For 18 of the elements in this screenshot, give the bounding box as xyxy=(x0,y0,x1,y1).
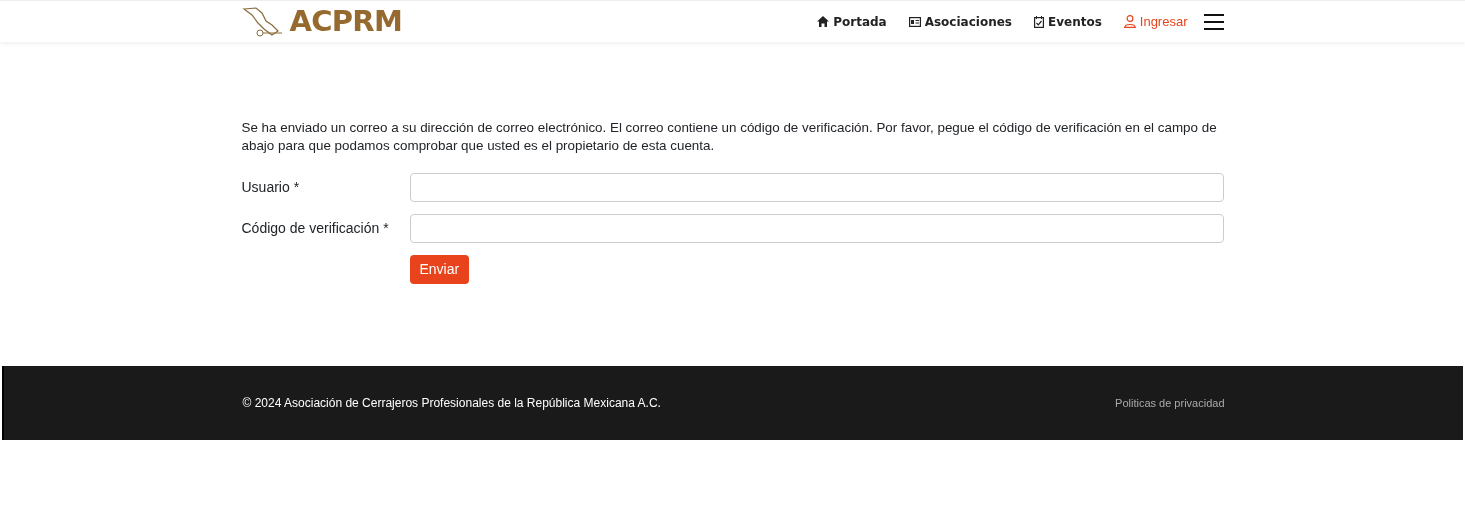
submit-button[interactable]: Enviar xyxy=(409,255,470,284)
privacy-link[interactable]: Politicas de privacidad xyxy=(1115,394,1225,412)
calendar-check-icon xyxy=(1033,15,1044,28)
user-icon xyxy=(1123,15,1136,28)
home-icon xyxy=(817,16,830,27)
copyright-text: © 2024 Asociación de Cerrajeros Profesionales de la República Mexicana A.C. xyxy=(242,395,661,412)
nav-link[interactable]: Portada xyxy=(817,12,887,31)
field-label: Código de verificación * xyxy=(241,219,390,238)
menu-icon[interactable] xyxy=(1203,13,1224,30)
logo[interactable]: ACPRM xyxy=(289,7,403,36)
input-field[interactable] xyxy=(409,173,1224,202)
nav-link[interactable]: Eventos xyxy=(1033,12,1102,31)
id-card-icon xyxy=(908,16,921,27)
nav-link[interactable]: Asociaciones xyxy=(908,12,1012,31)
nav-link[interactable]: Ingresar xyxy=(1123,11,1188,32)
field-label: Usuario * xyxy=(241,178,301,197)
input-field[interactable] xyxy=(409,214,1224,243)
info-paragraph: Se ha enviado un correo a su dirección de correo electrónico. El correo contiene un código de verificación. Por favor, pegue el código de verificación en el campo de abajo para que podamos comprobar que usted es el propietario de esta cuenta. xyxy=(241,119,1218,155)
